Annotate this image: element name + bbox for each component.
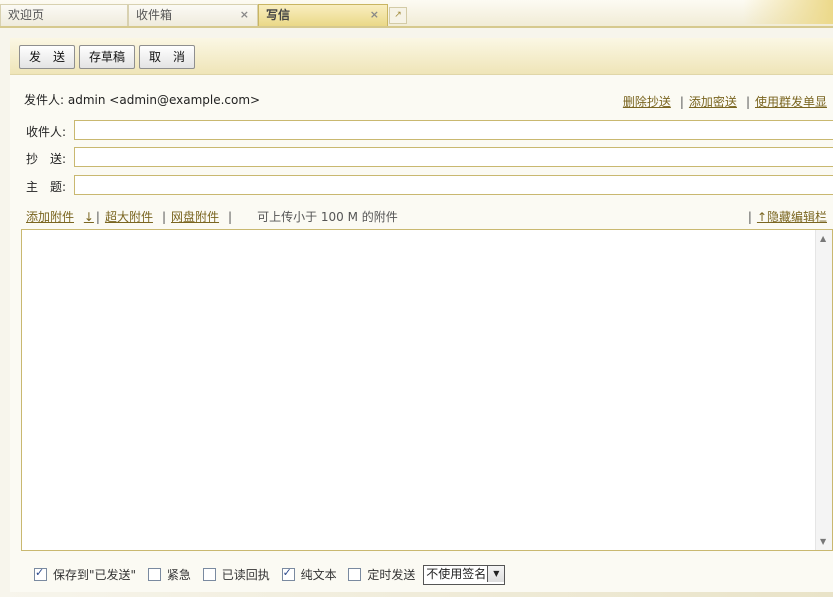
close-icon[interactable]: × [240, 5, 249, 25]
signature-value: 不使用签名 [426, 567, 487, 581]
compose-page: 发 送 存草稿 取 消 发件人: admin <admin@example.co… [10, 38, 833, 597]
urgent-label: 紧急 [166, 567, 191, 582]
urgent-checkbox[interactable] [147, 567, 161, 581]
subject-label-row: 主 题: [26, 180, 67, 194]
tab-welcome[interactable]: 欢迎页 [0, 4, 128, 26]
scroll-down-icon[interactable]: ▼ [820, 537, 826, 546]
cc-label-row: 抄 送: [26, 152, 67, 166]
hide-editor-link[interactable]: ↑隐藏编辑栏 [757, 210, 827, 224]
save-sent-checkbox[interactable] [34, 566, 47, 581]
scheduled-send-label: 定时发送 [367, 567, 416, 582]
recipient-options: 删除抄送 | 添加密送 | 使用群发单显 [622, 95, 827, 109]
scheduled-send-checkbox[interactable] [348, 567, 362, 581]
tab-compose-label: 写信 [266, 8, 291, 22]
attachment-size-note: 可上传小于 100 M 的附件 [257, 210, 398, 224]
large-attachment-link[interactable]: 超大附件 [105, 210, 153, 224]
tab-bar: 欢迎页 收件箱 × 写信 × ↗ [0, 0, 833, 28]
compose-toolbar: 发 送 存草稿 取 消 [10, 38, 833, 75]
add-bcc-link[interactable]: 添加密送 [689, 95, 737, 109]
new-tab-icon[interactable]: ↗ [389, 7, 407, 24]
cc-label[interactable]: 抄 送 [26, 152, 62, 166]
subject-label: 主 题 [26, 180, 63, 194]
sender-label: 发件人: [24, 93, 65, 107]
sender-row: 发件人: admin <admin@example.com> [24, 91, 260, 108]
bottom-edge [0, 592, 833, 597]
close-icon[interactable]: × [370, 5, 379, 25]
hide-editor-row: | ↑隐藏编辑栏 [747, 210, 827, 224]
signature-select[interactable]: 不使用签名 ▼ [423, 565, 506, 585]
chevron-down-icon: ▼ [487, 566, 505, 582]
send-button[interactable]: 发 送 [19, 45, 75, 69]
cc-field[interactable] [74, 147, 833, 167]
to-label[interactable]: 收件人 [26, 125, 62, 139]
attachment-dropdown-icon[interactable]: ↓ [84, 210, 94, 224]
group-send-link[interactable]: 使用群发单显 [755, 95, 827, 109]
tab-inbox-label: 收件箱 [136, 8, 173, 22]
read-receipt-checkbox[interactable] [202, 567, 216, 581]
to-label-row: 收件人: [26, 125, 67, 139]
to-field[interactable] [74, 120, 833, 140]
attachment-bar: 添加附件 ↓ | 超大附件 | 网盘附件 | 可上传小于 100 M 的附件 [26, 210, 398, 224]
editor-scrollbar[interactable]: ▲ ▼ [815, 230, 832, 550]
save-draft-button[interactable]: 存草稿 [79, 45, 135, 69]
subject-field[interactable] [74, 175, 833, 195]
read-receipt-label: 已读回执 [221, 567, 270, 582]
send-options: 保存到"已发送" 紧急 已读回执 纯文本 定时发送 不使用签名▼ [34, 565, 506, 585]
save-sent-label: 保存到"已发送" [53, 567, 137, 582]
netdisk-attachment-link[interactable]: 网盘附件 [171, 210, 219, 224]
tab-welcome-label: 欢迎页 [8, 8, 45, 22]
remove-cc-link[interactable]: 删除抄送 [623, 95, 671, 109]
sender-value: admin <admin@example.com> [67, 93, 261, 107]
compose-form: 发件人: admin <admin@example.com> 删除抄送 | 添加密送… [10, 75, 833, 597]
tab-inbox[interactable]: 收件箱 × [128, 4, 258, 26]
cancel-button[interactable]: 取 消 [139, 45, 195, 69]
scroll-up-icon[interactable]: ▲ [820, 234, 826, 243]
tab-compose[interactable]: 写信 × [258, 4, 388, 26]
message-body-editor[interactable]: ▲ ▼ [21, 229, 833, 551]
plain-text-checkbox[interactable] [281, 566, 295, 581]
tab-bar-decoration [743, 0, 833, 24]
plain-text-label: 纯文本 [300, 567, 337, 582]
add-attachment-link[interactable]: 添加附件 [26, 210, 74, 224]
